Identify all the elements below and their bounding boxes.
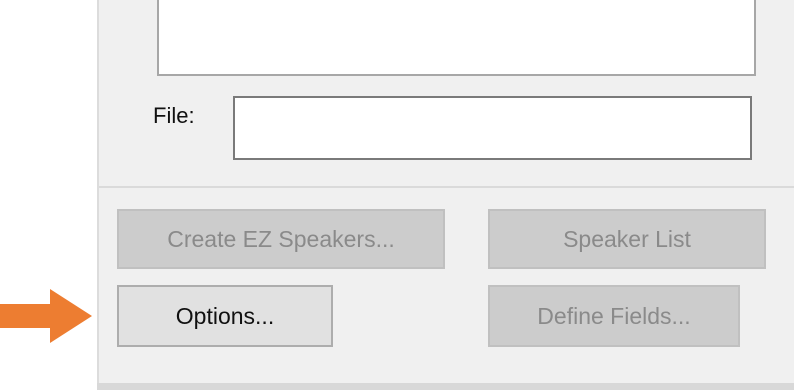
speaker-list-button[interactable]: Speaker List — [488, 209, 766, 269]
pointer-arrow-icon — [0, 289, 92, 343]
file-input[interactable] — [233, 96, 752, 160]
file-listbox[interactable] — [157, 0, 756, 76]
file-group: File: — [99, 0, 794, 188]
options-button[interactable]: Options... — [117, 285, 333, 347]
dialog-bottom-edge — [97, 383, 794, 390]
define-fields-button[interactable]: Define Fields... — [488, 285, 740, 347]
dialog-panel: File: Create EZ Speakers... Speaker List… — [97, 0, 794, 383]
file-label: File: — [153, 103, 195, 128]
create-ez-speakers-button[interactable]: Create EZ Speakers... — [117, 209, 445, 269]
